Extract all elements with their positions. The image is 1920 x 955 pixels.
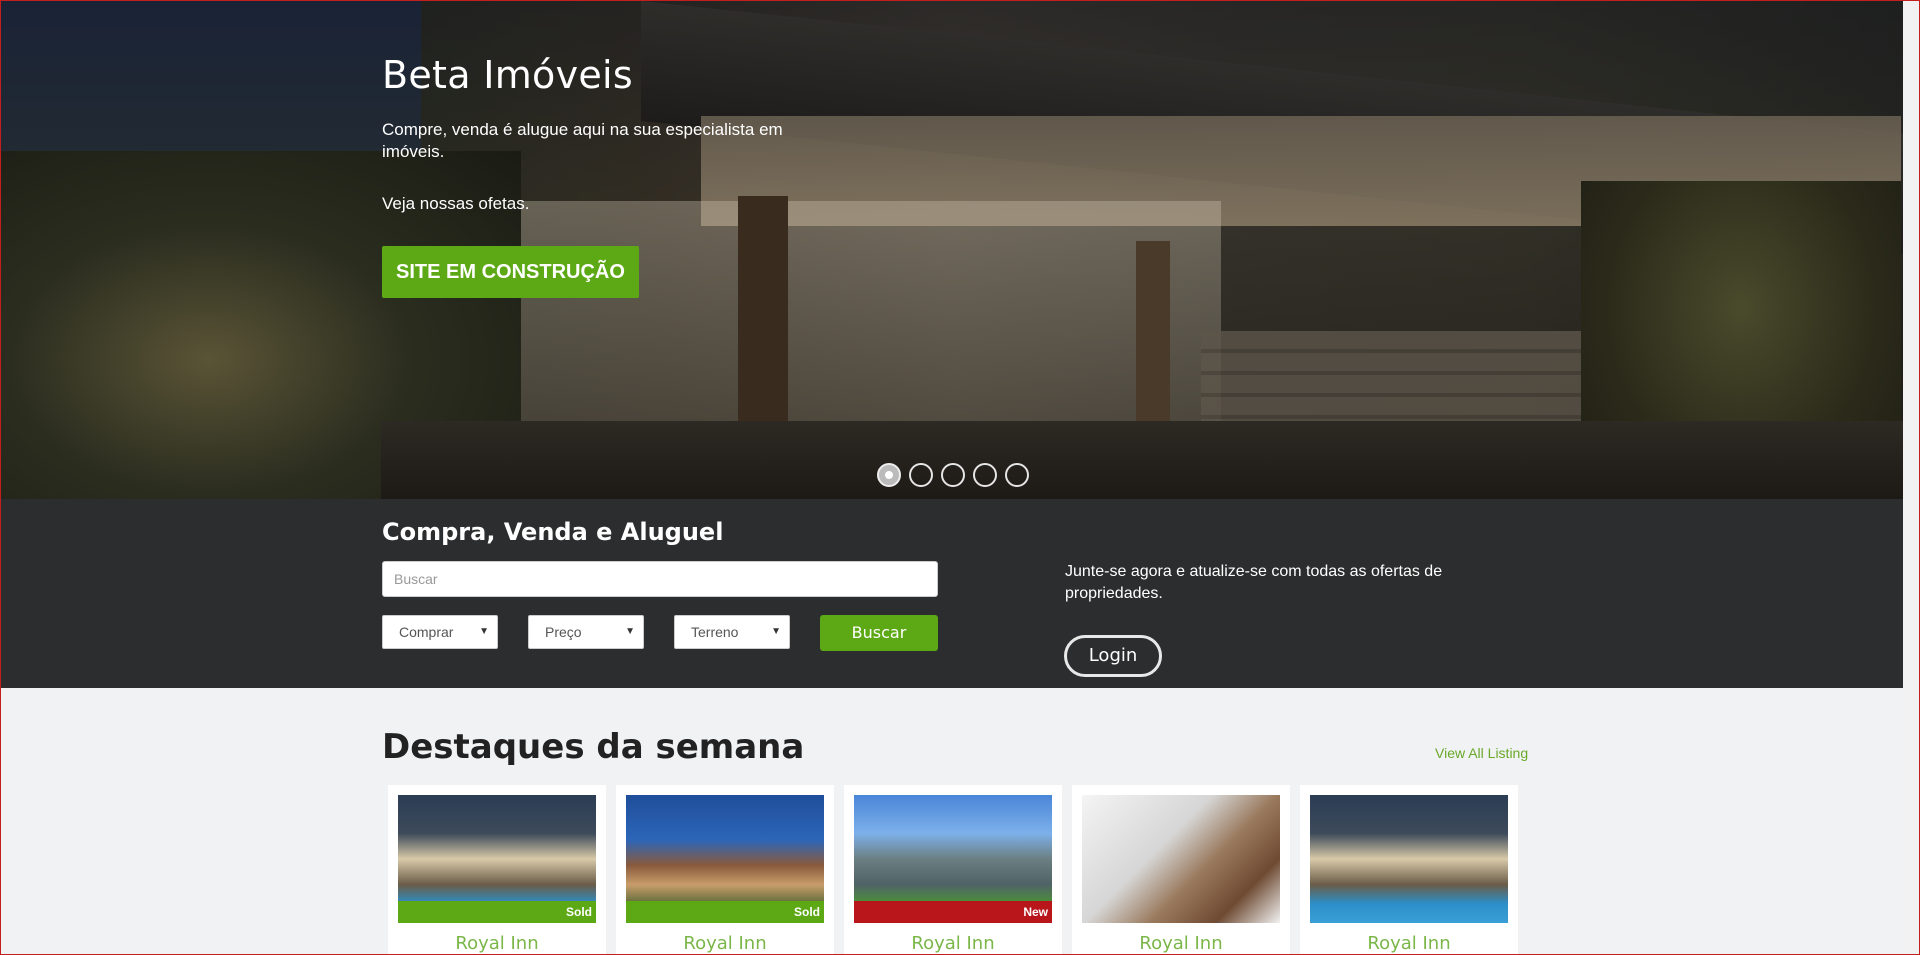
listing-title: Royal Inn bbox=[1139, 933, 1223, 954]
carousel-dot-1[interactable] bbox=[877, 463, 901, 487]
dropdown-arrow-icon: ▼ bbox=[479, 626, 489, 637]
status-badge: Sold bbox=[626, 901, 824, 923]
property-type-select[interactable]: Terreno ▼ bbox=[674, 615, 790, 649]
listing-card[interactable]: New Royal Inn bbox=[844, 785, 1062, 955]
featured-section: Destaques da semana View All Listing Sol… bbox=[1, 688, 1903, 955]
dropdown-arrow-icon: ▼ bbox=[771, 626, 781, 637]
listing-card[interactable]: Sold Royal Inn bbox=[616, 785, 834, 955]
carousel-dot-3[interactable] bbox=[941, 463, 965, 487]
transaction-select[interactable]: Comprar ▼ bbox=[382, 615, 498, 649]
featured-title: Destaques da semana bbox=[382, 727, 805, 767]
listing-title: Royal Inn bbox=[1367, 933, 1451, 954]
listing-cards: Sold Royal Inn Sold Royal Inn New Royal … bbox=[388, 785, 1518, 955]
listing-image bbox=[1310, 795, 1508, 923]
transaction-select-value: Comprar bbox=[399, 624, 454, 640]
hero-text: Compre, venda é alugue aqui na sua espec… bbox=[382, 120, 783, 161]
hero-image-sky bbox=[1, 1, 421, 161]
listing-card[interactable]: Royal Inn bbox=[1072, 785, 1290, 955]
status-badge: New bbox=[854, 901, 1052, 923]
listing-card[interactable]: Royal Inn bbox=[1300, 785, 1518, 955]
carousel-pagination bbox=[877, 463, 1029, 487]
hero-content: Beta Imóveis Compre, venda é alugue aqui… bbox=[382, 47, 862, 298]
carousel-dot-4[interactable] bbox=[973, 463, 997, 487]
listing-card[interactable]: Sold Royal Inn bbox=[388, 785, 606, 955]
price-select[interactable]: Preço ▼ bbox=[528, 615, 644, 649]
listing-image bbox=[1082, 795, 1280, 923]
search-input[interactable] bbox=[382, 561, 938, 597]
listing-title: Royal Inn bbox=[911, 933, 995, 954]
search-section: Compra, Venda e Aluguel Comprar ▼ Preço … bbox=[1, 499, 1903, 688]
login-button[interactable]: Login bbox=[1064, 635, 1162, 677]
view-all-link[interactable]: View All Listing bbox=[1435, 745, 1528, 761]
hero-carousel: Beta Imóveis Compre, venda é alugue aqui… bbox=[1, 1, 1903, 499]
hero-image-deck bbox=[381, 421, 1903, 499]
listing-title: Royal Inn bbox=[683, 933, 767, 954]
construction-button[interactable]: SITE EM CONSTRUÇÃO bbox=[382, 246, 639, 298]
status-badge: Sold bbox=[398, 901, 596, 923]
join-text: Junte-se agora e atualize-se com todas a… bbox=[1065, 563, 1443, 602]
carousel-dot-5[interactable] bbox=[1005, 463, 1029, 487]
search-title: Compra, Venda e Aluguel bbox=[382, 518, 724, 546]
price-select-value: Preço bbox=[545, 624, 582, 640]
listing-title: Royal Inn bbox=[455, 933, 539, 954]
carousel-dot-2[interactable] bbox=[909, 463, 933, 487]
search-button[interactable]: Buscar bbox=[820, 615, 938, 651]
hero-subtext: Veja nossas ofetas. bbox=[382, 194, 530, 213]
property-type-select-value: Terreno bbox=[691, 624, 739, 640]
hero-title: Beta Imóveis bbox=[382, 53, 634, 97]
dropdown-arrow-icon: ▼ bbox=[625, 626, 635, 637]
